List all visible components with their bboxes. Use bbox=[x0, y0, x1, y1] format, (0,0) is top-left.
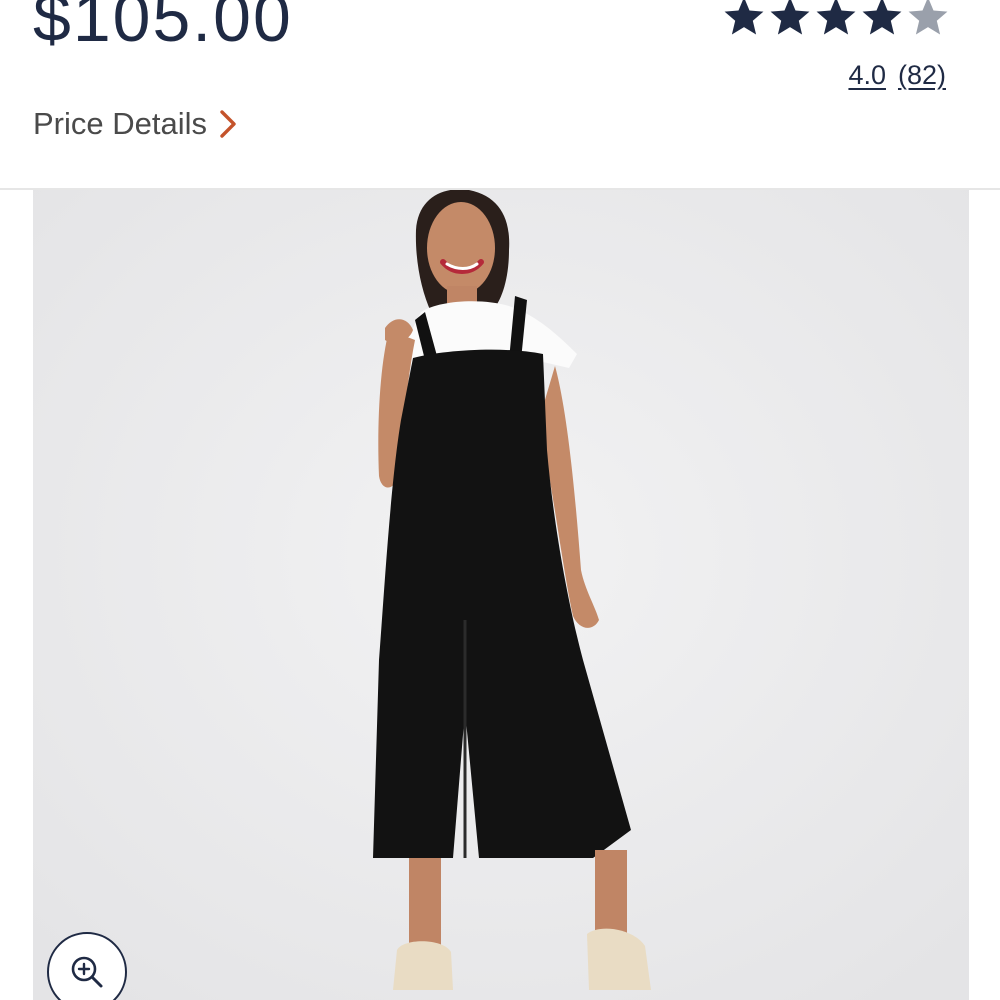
star-icon-1 bbox=[724, 0, 764, 35]
zoom-in-icon bbox=[71, 956, 103, 988]
star-icon-3 bbox=[816, 0, 856, 35]
chevron-right-icon bbox=[220, 110, 236, 138]
review-count-link[interactable]: (82) bbox=[898, 60, 946, 90]
star-rating[interactable] bbox=[722, 0, 950, 38]
price-details-link[interactable]: Price Details bbox=[33, 104, 239, 144]
rating-summary: 4.0 (82) bbox=[848, 58, 946, 92]
product-image[interactable] bbox=[33, 190, 969, 1000]
product-price: $105.00 bbox=[33, 0, 293, 56]
model-photo bbox=[33, 190, 969, 1000]
price-details-label: Price Details bbox=[33, 106, 207, 141]
product-page: $105.00 4.0 (82) Price Details bbox=[0, 0, 1000, 1000]
star-icon-2 bbox=[770, 0, 810, 35]
star-empty-icon bbox=[908, 0, 948, 35]
rating-score-link[interactable]: 4.0 bbox=[848, 60, 886, 90]
star-icon-4 bbox=[862, 0, 902, 35]
